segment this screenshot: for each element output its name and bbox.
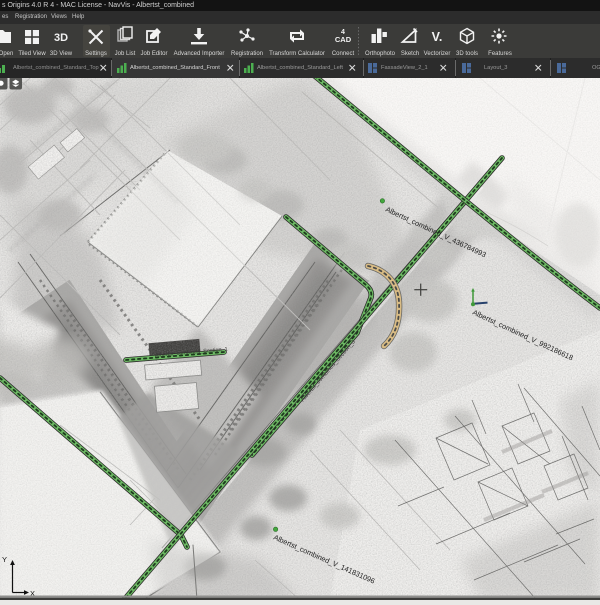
svg-text:Y: Y: [2, 555, 7, 564]
svg-text:V.: V.: [432, 30, 443, 44]
svg-text:3D: 3D: [54, 32, 68, 44]
svg-text:CAD: CAD: [335, 35, 352, 44]
